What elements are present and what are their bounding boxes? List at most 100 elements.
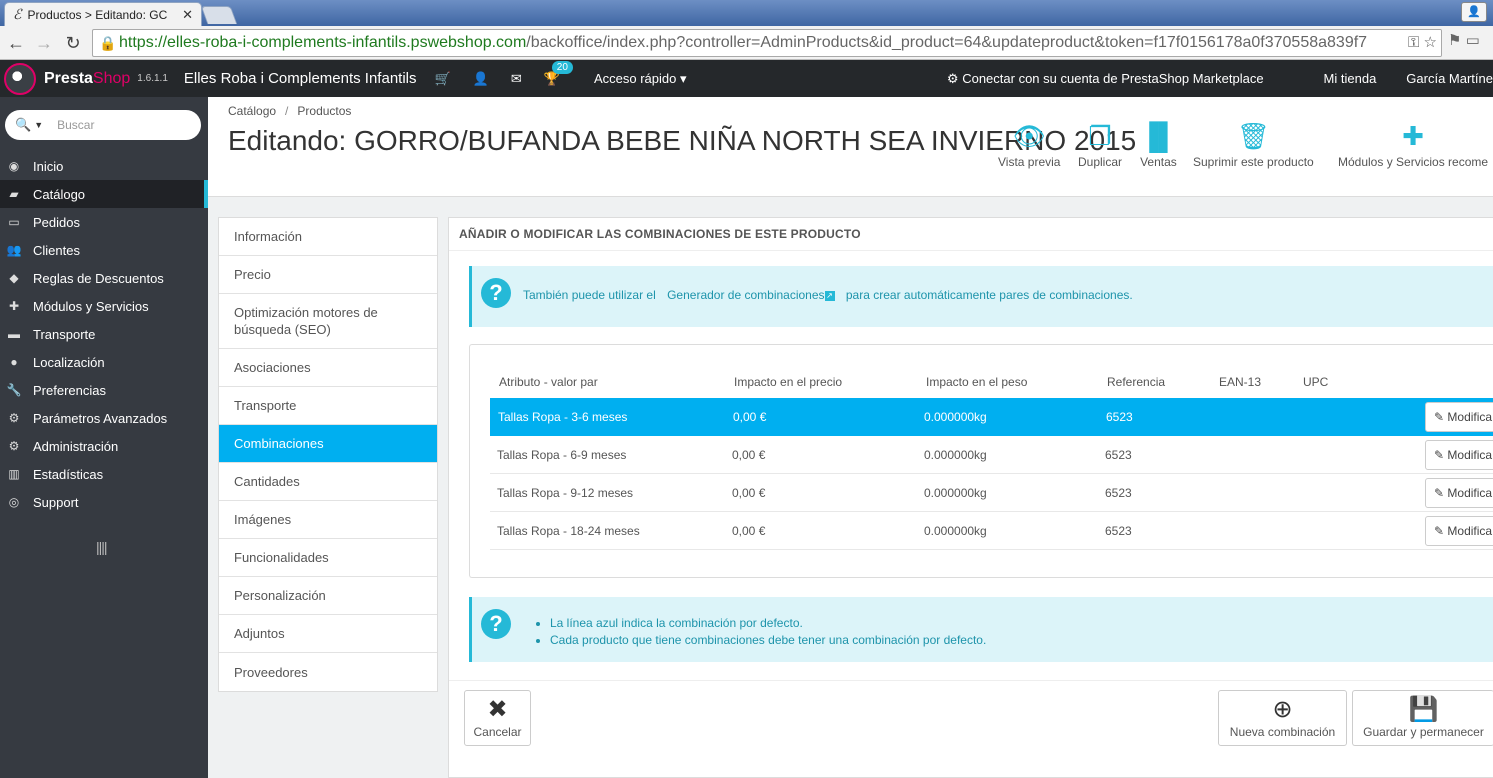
tab-cantidades[interactable]: Cantidades (219, 463, 437, 501)
tab-imagenes[interactable]: Imágenes (219, 501, 437, 539)
browser-tab-bar: ℰ Productos > Editando: GC ✕ 👤 (0, 0, 1493, 26)
employee-menu[interactable]: García Martíne (1406, 71, 1493, 86)
tab-title: Productos > Editando: GC (27, 7, 168, 22)
collapse-menu-icon[interactable]: |||| (96, 539, 108, 555)
combinations-table: Atributo - valor par Impacto en el preci… (469, 344, 1493, 578)
breadcrumb-products[interactable]: Productos (297, 104, 351, 118)
chevron-down-icon[interactable]: ▼ (34, 120, 43, 130)
search-icon[interactable]: 🔍 (15, 117, 31, 133)
shop-name[interactable]: Elles Roba i Complements Infantils (184, 70, 417, 87)
marketplace-link[interactable]: ⚙ Conectar con su cuenta de PrestaShop M… (947, 71, 1294, 87)
modify-button[interactable]: ✎ Modifica (1425, 402, 1493, 432)
sidebar: 🔍 ▼ ◉Inicio ▰Catálogo ▭Pedidos 👥Clientes… (0, 97, 208, 778)
help-note: La línea azul indica la combinación por … (550, 615, 986, 632)
bookmark-star-icon[interactable]: ⚿ ☆ (1403, 30, 1441, 56)
duplicate-button[interactable]: ❐ Duplicar (1078, 119, 1122, 169)
version-label: 1.6.1.1 (137, 73, 168, 84)
browser-tab[interactable]: ℰ Productos > Editando: GC ✕ (4, 2, 202, 26)
preview-button[interactable]: 👁 Vista previa (998, 119, 1060, 169)
address-bar[interactable]: 🔒 https://elles-roba-i-complements-infan… (92, 29, 1442, 57)
forward-icon[interactable]: → (32, 31, 56, 55)
sidebar-item-pedidos[interactable]: ▭ Pedidos (0, 208, 208, 236)
column-header: Impacto en el precio (734, 375, 843, 389)
column-header: EAN-13 (1219, 375, 1262, 389)
tab-seo[interactable]: Optimización motores de búsqueda (SEO) (219, 294, 437, 349)
puzzle-icon: ✚ (1402, 121, 1424, 151)
tab-funcionalidades[interactable]: Funcionalidades (219, 539, 437, 577)
table-row[interactable]: Tallas Ropa - 6-9 meses 0,00 € 0.000000k… (490, 436, 1493, 474)
admin-header: PrestaShop 1.6.1.1 Elles Roba i Compleme… (0, 60, 1493, 97)
quick-access-menu[interactable]: Acceso rápido ▾ (594, 71, 687, 87)
column-header: Atributo - valor par (499, 375, 598, 389)
sidebar-item-parametros[interactable]: ⚙ Parámetros Avanzados (0, 404, 208, 432)
bar-chart-icon: ▐▌ (1140, 121, 1177, 151)
prestashop-logo[interactable]: PrestaShop 1.6.1.1 (4, 62, 168, 95)
sidebar-item-preferencias[interactable]: 🔧 Preferencias (0, 376, 208, 404)
question-icon: ? (481, 609, 511, 639)
divider (449, 250, 1493, 251)
tab-proveedores[interactable]: Proveedores (219, 653, 437, 691)
sidebar-item-inicio[interactable]: ◉ Inicio (0, 152, 208, 180)
search-input[interactable] (57, 118, 188, 132)
modify-button[interactable]: ✎ Modifica (1425, 516, 1493, 546)
sidebar-item-localizacion[interactable]: ● Localización (0, 348, 208, 376)
new-tab-button[interactable] (200, 6, 238, 24)
sidebar-item-administracion[interactable]: ⚙ Administración (0, 432, 208, 460)
trophy-icon[interactable]: 🏆 20 (544, 60, 573, 87)
modify-button[interactable]: ✎ Modifica (1425, 440, 1493, 470)
product-tabs: Información Precio Optimización motores … (218, 217, 438, 692)
users-icon: 👥 (6, 243, 22, 257)
cart-icon[interactable]: 🛒 (435, 71, 451, 87)
table-row[interactable]: Tallas Ropa - 18-24 meses 0,00 € 0.00000… (490, 512, 1493, 550)
sidebar-item-catalogo[interactable]: ▰ Catálogo (0, 180, 208, 208)
tab-combinaciones[interactable]: Combinaciones (219, 425, 437, 463)
wrench-icon: 🔧 (6, 383, 22, 397)
sales-button[interactable]: ▐▌ Ventas (1140, 119, 1177, 169)
modify-button[interactable]: ✎ Modifica (1425, 478, 1493, 508)
delete-product-button[interactable]: 🗑 Suprimir este producto (1193, 119, 1314, 169)
close-icon[interactable]: ✕ (182, 7, 193, 23)
user-icon[interactable]: 👤 (473, 71, 489, 87)
save-and-stay-button[interactable]: 💾 Guardar y permanecer (1352, 690, 1493, 746)
credit-card-icon: ▭ (8, 215, 20, 229)
modules-button[interactable]: ✚ Módulos y Servicios recome (1338, 119, 1488, 169)
my-shop-link[interactable]: Mi tienda (1324, 71, 1377, 86)
pencil-icon: ✎ (1434, 410, 1445, 424)
help-alert: ? La línea azul indica la combinación po… (469, 597, 1493, 662)
page-header: Catálogo / Productos Editando: GORRO/BUFAN… (208, 97, 1493, 197)
column-header: UPC (1303, 375, 1329, 389)
table-row-default[interactable]: Tallas Ropa - 3-6 meses 0,00 € 0.000000k… (490, 398, 1493, 436)
extension-icons[interactable]: ⚑ ▭ (1448, 31, 1480, 49)
profile-icon[interactable]: 👤 (1461, 2, 1487, 22)
combination-generator-link[interactable]: Generador de combinaciones ↗ (667, 288, 835, 302)
envelope-icon[interactable]: ✉ (511, 71, 522, 87)
search-box: 🔍 ▼ (5, 110, 201, 140)
tab-precio[interactable]: Precio (219, 256, 437, 294)
tab-personalizacion[interactable]: Personalización (219, 577, 437, 615)
lifebuoy-icon: ◎ (8, 495, 20, 509)
tab-transporte[interactable]: Transporte (219, 387, 437, 425)
sidebar-item-clientes[interactable]: 👥 Clientes (0, 236, 208, 264)
sidebar-item-transporte[interactable]: ▬ Transporte (0, 320, 208, 348)
sidebar-item-estadisticas[interactable]: ▥ Estadísticas (0, 460, 208, 488)
cancel-button[interactable]: ✖ Cancelar (464, 690, 531, 746)
combinations-panel: AÑADIR O MODIFICAR LAS COMBINACIONES DE … (448, 217, 1493, 778)
sidebar-item-modulos[interactable]: ✚ Módulos y Servicios (0, 292, 208, 320)
sidebar-item-reglas[interactable]: ◆ Reglas de Descuentos (0, 264, 208, 292)
breadcrumb-catalog[interactable]: Catálogo (228, 104, 276, 118)
puzzle-icon: ✚ (8, 299, 20, 313)
sidebar-item-support[interactable]: ◎ Support (0, 488, 208, 516)
info-alert: ? También puede utilizar el Generador de… (469, 266, 1493, 327)
reload-icon[interactable]: ↻ (61, 31, 85, 55)
tab-asociaciones[interactable]: Asociaciones (219, 349, 437, 387)
pencil-icon: ✎ (1434, 448, 1445, 462)
table-row[interactable]: Tallas Ropa - 9-12 meses 0,00 € 0.000000… (490, 474, 1493, 512)
browser-toolbar: ← → ↻ 🔒 https://elles-roba-i-complements… (0, 26, 1493, 60)
tab-informacion[interactable]: Información (219, 218, 437, 256)
back-icon[interactable]: ← (4, 31, 28, 55)
new-combination-button[interactable]: ⊕ Nueva combinación (1218, 690, 1347, 746)
book-icon: ▰ (9, 187, 19, 201)
tab-adjuntos[interactable]: Adjuntos (219, 615, 437, 653)
url-path: /backoffice/index.php?controller=AdminPr… (526, 34, 1368, 51)
favicon-icon: ℰ (13, 6, 22, 23)
